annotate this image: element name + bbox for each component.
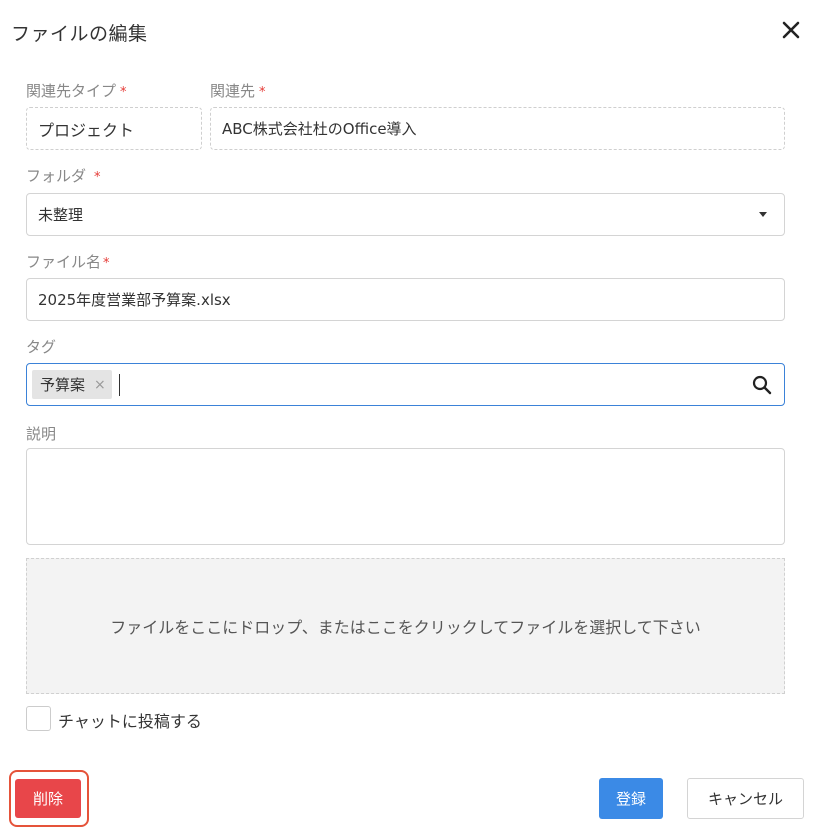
description-label: 説明 bbox=[26, 423, 56, 444]
required-mark: * bbox=[259, 85, 266, 100]
post-to-chat-checkbox[interactable] bbox=[26, 706, 51, 731]
folder-select[interactable]: 未整理 bbox=[26, 193, 785, 236]
related-type-label: 関連先タイプ * bbox=[26, 80, 127, 101]
text-cursor bbox=[118, 373, 120, 396]
delete-button[interactable]: 削除 bbox=[15, 779, 81, 818]
tags-label: タグ bbox=[26, 336, 56, 357]
file-dropzone[interactable]: ファイルをここにドロップ、またはここをクリックしてファイルを選択して下さい bbox=[26, 558, 785, 694]
description-textarea[interactable] bbox=[26, 448, 785, 545]
file-name-value: 2025年度営業部予算案.xlsx bbox=[38, 291, 231, 309]
dropzone-text: ファイルをここにドロップ、またはここをクリックしてファイルを選択して下さい bbox=[110, 618, 701, 637]
related-to-label: 関連先 * bbox=[210, 80, 266, 101]
description-label-text: 説明 bbox=[26, 425, 57, 443]
related-type-value: プロジェクト bbox=[38, 120, 135, 140]
tag-remove-icon[interactable]: × bbox=[94, 377, 106, 393]
cancel-button[interactable]: キャンセル bbox=[687, 778, 804, 819]
post-to-chat-label[interactable]: チャットに投稿する bbox=[58, 708, 202, 732]
dialog-title: ファイルの編集 bbox=[11, 23, 148, 45]
tags-label-text: タグ bbox=[26, 338, 57, 356]
file-name-label-text: ファイル名 bbox=[26, 253, 102, 271]
required-mark: * bbox=[103, 256, 110, 271]
related-to-value: ABC株式会社杜のOffice導入 bbox=[222, 120, 417, 138]
close-icon[interactable] bbox=[779, 18, 803, 42]
required-mark: * bbox=[94, 170, 101, 185]
folder-selected-value: 未整理 bbox=[38, 206, 84, 224]
folder-label-text: フォルダ bbox=[26, 167, 87, 185]
file-name-input[interactable]: 2025年度営業部予算案.xlsx bbox=[26, 278, 785, 321]
required-mark: * bbox=[120, 85, 127, 100]
related-type-label-text: 関連先タイプ bbox=[26, 82, 117, 100]
related-type-field: プロジェクト bbox=[26, 107, 202, 150]
file-name-label: ファイル名 * bbox=[26, 251, 110, 272]
tags-input[interactable]: 予算案 × bbox=[26, 363, 785, 406]
save-button[interactable]: 登録 bbox=[599, 778, 663, 819]
related-to-label-text: 関連先 bbox=[210, 82, 256, 100]
search-icon[interactable] bbox=[752, 375, 772, 395]
chevron-down-icon bbox=[759, 212, 767, 217]
folder-label: フォルダ * bbox=[26, 165, 101, 186]
tag-chip-label: 予算案 bbox=[40, 376, 86, 394]
related-to-field: ABC株式会社杜のOffice導入 bbox=[210, 107, 785, 150]
tag-chip: 予算案 × bbox=[32, 370, 112, 399]
